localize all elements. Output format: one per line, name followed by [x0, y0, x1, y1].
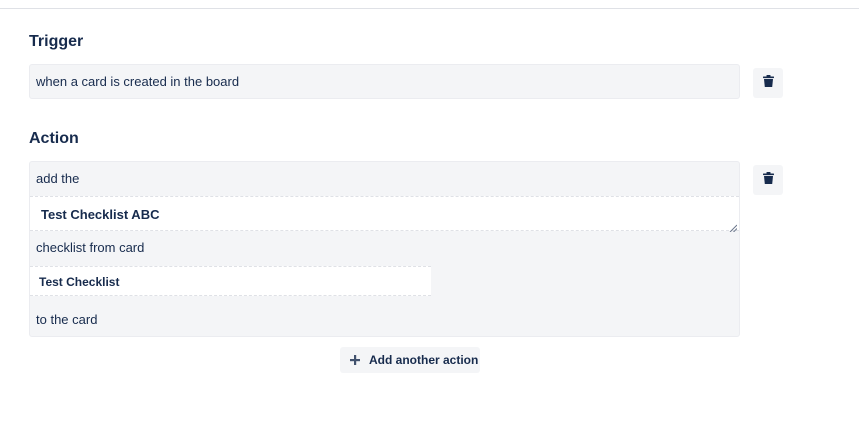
- action-heading: Action: [29, 130, 79, 147]
- action-box: add the Test Checklist ABC checklist fro…: [29, 161, 740, 337]
- delete-trigger-button[interactable]: [753, 68, 783, 98]
- source-card-input[interactable]: Test Checklist: [30, 266, 431, 296]
- trash-icon: [762, 171, 774, 189]
- action-prefix-text: add the: [36, 171, 80, 186]
- plus-icon: [349, 354, 361, 366]
- resize-grip-icon[interactable]: [729, 220, 738, 233]
- add-another-action-button[interactable]: Add another action: [340, 347, 480, 373]
- top-divider: [0, 8, 859, 9]
- action-middle-text: checklist from card: [36, 240, 145, 255]
- checklist-name-textarea[interactable]: Test Checklist ABC: [30, 196, 739, 233]
- trigger-heading: Trigger: [29, 33, 84, 50]
- checklist-name-value: Test Checklist ABC: [41, 207, 160, 222]
- source-card-value: Test Checklist: [39, 275, 120, 289]
- delete-action-button[interactable]: [753, 165, 783, 195]
- add-another-action-label: Add another action: [369, 353, 479, 367]
- trigger-box[interactable]: when a card is created in the board: [29, 64, 740, 99]
- action-suffix-text: to the card: [36, 312, 98, 327]
- trash-icon: [762, 74, 774, 92]
